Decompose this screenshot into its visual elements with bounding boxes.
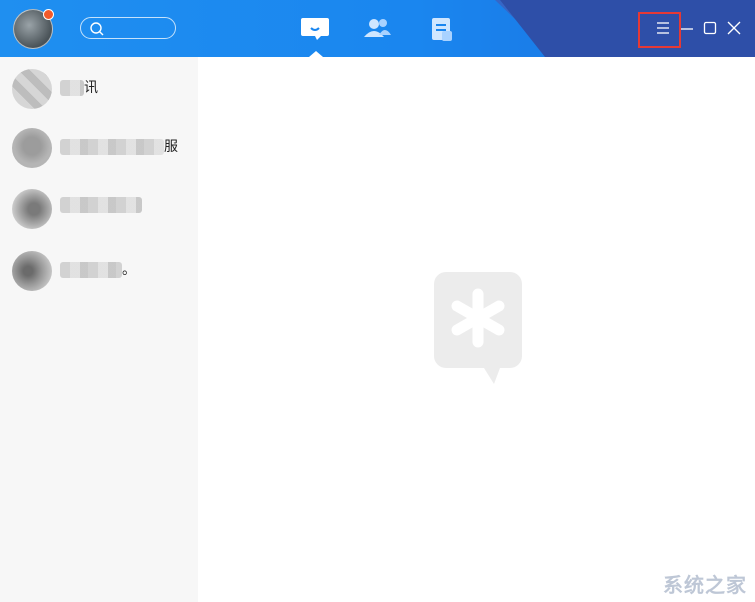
maximize-button[interactable] [701,19,719,37]
notification-dot [43,9,54,20]
title-bar [0,0,755,57]
chat-list-item[interactable]: 。 [0,243,198,303]
chat-avatar [12,128,52,168]
chat-bubble-icon [301,18,329,40]
chat-name: 。 [60,259,136,279]
chat-name [60,197,142,213]
chat-name-suffix: 。 [122,262,136,278]
minimize-icon [681,28,693,30]
maximize-icon [703,21,717,35]
search-icon [90,22,104,36]
chat-list-item[interactable] [0,181,198,241]
chat-name-suffix: 讯 [84,80,98,96]
highlight-box [638,12,681,48]
nav-chat[interactable] [300,15,330,57]
close-icon [727,21,741,35]
chat-name-suffix: 服 [164,139,178,155]
chat-list: 讯 服 。 [0,57,198,602]
nav-contacts[interactable] [362,15,392,43]
blurred-text [60,139,164,155]
search-input[interactable] [80,17,176,39]
blurred-text [60,80,84,96]
blurred-text [60,197,142,213]
blurred-text [60,262,122,278]
document-icon [432,18,452,41]
chat-list-item[interactable]: 讯 [0,61,198,121]
watermark: 系统之家 [663,573,747,597]
minimize-button[interactable] [678,19,696,37]
empty-state-logo-icon [434,272,522,384]
close-button[interactable] [725,19,743,37]
user-avatar[interactable] [13,9,54,49]
chat-list-item[interactable]: 服 [0,120,198,180]
chat-avatar [12,69,52,109]
nav-documents[interactable] [428,15,458,43]
chat-avatar [12,251,52,291]
contacts-icon [364,19,391,37]
chat-avatar [12,189,52,229]
chat-name: 服 [60,136,178,156]
chat-name: 讯 [60,77,98,97]
